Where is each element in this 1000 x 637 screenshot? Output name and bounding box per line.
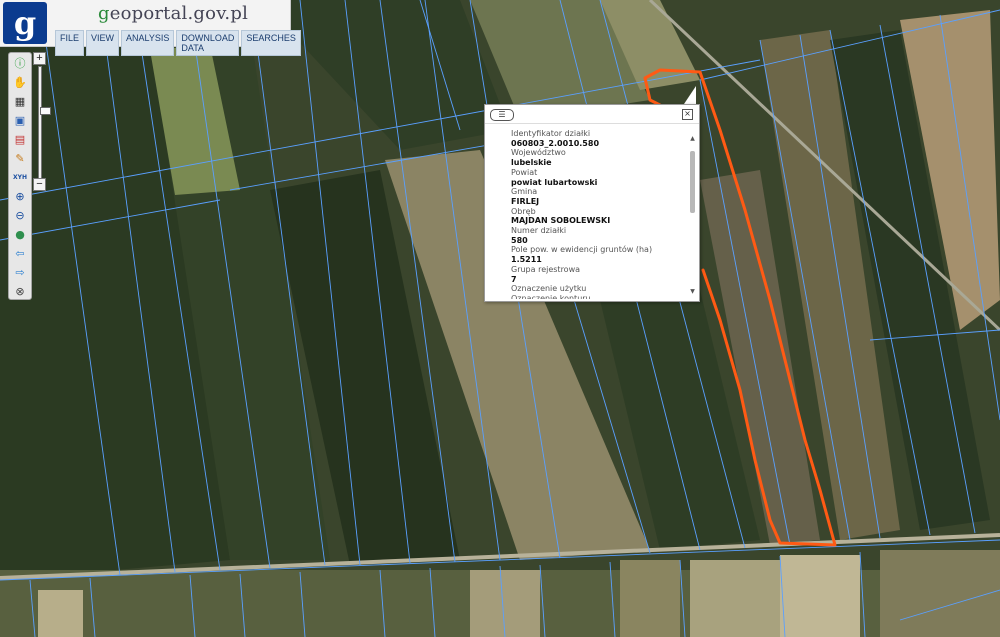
- attribute-label: Województwo: [511, 148, 566, 158]
- globe-icon[interactable]: ●: [13, 228, 27, 242]
- scroll-thumb[interactable]: [690, 151, 695, 213]
- zoom-in-icon[interactable]: ⊕: [13, 190, 27, 204]
- scroll-up-icon[interactable]: ▲: [689, 135, 696, 142]
- zoom-minus-button[interactable]: −: [33, 178, 46, 191]
- attribute-value: MAJDAN SOBOLEWSKI: [511, 216, 611, 226]
- attribute-value: 1.5211: [511, 255, 542, 265]
- info-icon[interactable]: ⓘ: [13, 57, 27, 71]
- list-icon[interactable]: ☰: [490, 109, 514, 121]
- coordinates-xyh-icon[interactable]: XYH: [13, 171, 27, 185]
- attribute-value: FIRLEJ: [511, 196, 540, 206]
- back-arrow-icon[interactable]: ⇦: [13, 247, 27, 261]
- attribute-label: Obręb: [511, 206, 536, 216]
- geoportal-logo[interactable]: g: [3, 2, 47, 44]
- site-title-prefix: g: [98, 3, 110, 24]
- popup-pointer: [684, 86, 696, 104]
- zoom-out-icon[interactable]: ⊖: [13, 209, 27, 223]
- zoom-plus-button[interactable]: +: [33, 52, 46, 65]
- aerial-map[interactable]: [0, 0, 1000, 637]
- zoom-slider-handle[interactable]: [40, 107, 51, 115]
- attribute-label: Gmina: [511, 187, 538, 197]
- popup-scrollbar[interactable]: ▲ ▼: [689, 135, 696, 295]
- attribute-value: lubelskie: [511, 158, 552, 168]
- parcel-info-popup: ☰ × Identyfikator działki 060803_2.0010.5…: [484, 104, 700, 302]
- scroll-down-icon[interactable]: ▼: [689, 288, 696, 295]
- map-toolbar: ⓘ ✋ ▦ ▣ ▤ ✎ XYH ⊕ ⊖ ● ⇦ ⇨ ⊗: [8, 52, 32, 300]
- attribute-label: Oznaczenie użytku: [511, 284, 587, 294]
- menu-view[interactable]: VIEW: [86, 30, 120, 56]
- menu-analysis[interactable]: ANALYSIS: [121, 30, 175, 56]
- map-layer-icon[interactable]: ▣: [13, 114, 27, 128]
- close-popup-button[interactable]: ×: [682, 109, 693, 120]
- popup-attribute-list: Identyfikator działki 060803_2.0010.580 Wo…: [511, 129, 686, 299]
- attribute-value: 7: [511, 274, 517, 284]
- attribute-label: Powiat: [511, 167, 538, 177]
- field: [780, 555, 860, 637]
- field: [880, 550, 1000, 637]
- menu-download-data[interactable]: DOWNLOAD DATA: [176, 30, 240, 56]
- field: [470, 570, 540, 637]
- attribute-value: powiat lubartowski: [511, 177, 598, 187]
- zoom-slider-track[interactable]: [38, 66, 51, 182]
- site-title-rest: eoportal.gov.pl: [109, 3, 249, 24]
- field: [620, 560, 680, 637]
- menu-searches[interactable]: SEARCHES: [241, 30, 301, 56]
- attribute-value: 580: [511, 235, 528, 245]
- field: [38, 590, 83, 637]
- forward-arrow-icon[interactable]: ⇨: [13, 266, 27, 280]
- attribute-label: Grupa rejestrowa: [511, 264, 581, 274]
- zoom-control: + −: [33, 52, 51, 192]
- attribute-value: 060803_2.0010.580: [511, 138, 600, 148]
- menu-file[interactable]: FILE: [55, 30, 85, 56]
- clear-icon[interactable]: ⊗: [13, 285, 27, 299]
- print-icon[interactable]: ▤: [13, 133, 27, 147]
- attribute-label: Oznaczenie konturu: [511, 293, 591, 299]
- attribute-label: Numer działki: [511, 226, 567, 236]
- pan-hand-icon[interactable]: ✋: [13, 76, 27, 90]
- main-menu: FILE VIEW ANALYSIS DOWNLOAD DATA SEARCHE…: [55, 30, 301, 56]
- attribute-label: Identyfikator działki: [511, 129, 591, 138]
- draw-pencil-icon[interactable]: ✎: [13, 152, 27, 166]
- site-title: geoportal.gov.pl: [98, 3, 248, 24]
- attribute-label: Pole pow. w ewidencji gruntów (ha): [511, 245, 653, 255]
- calculator-icon[interactable]: ▦: [13, 95, 27, 109]
- field: [690, 560, 780, 637]
- popup-header: ☰ ×: [485, 105, 699, 124]
- app-header: g geoportal.gov.pl FILE VIEW ANALYSIS DO…: [0, 0, 301, 56]
